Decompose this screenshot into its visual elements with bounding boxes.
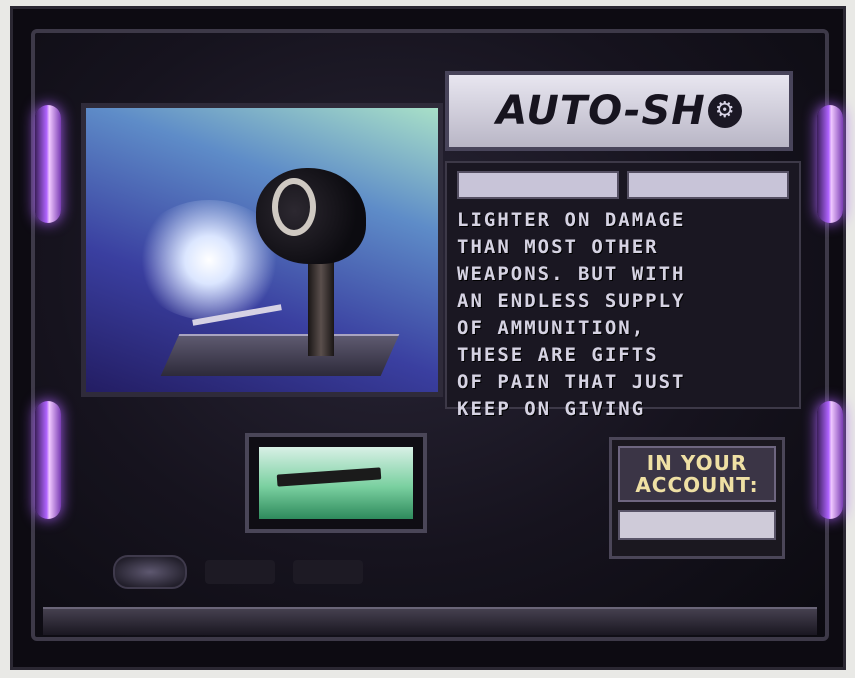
turret-ring: [272, 178, 316, 236]
left-lower-light-pillar: [35, 401, 61, 519]
prev-button[interactable]: [113, 555, 187, 589]
bottom-controls: [83, 545, 803, 599]
description-line: THAN MOST OTHER: [457, 236, 659, 258]
description-line: KEEP ON GIVING: [457, 398, 646, 420]
floor-bar: [43, 607, 817, 635]
weapon-thumbnail-icon: [276, 467, 382, 487]
info-header: [457, 171, 789, 199]
wrench-icon: ⚙: [707, 94, 742, 128]
control-slot: [205, 560, 275, 584]
turret-base: [160, 334, 400, 376]
game-screen: AUTO-SH ⚙ LIGHTER ON DAMAGE THAN MOST OT…: [10, 6, 846, 670]
turret-post: [308, 258, 334, 356]
right-lower-light-pillar: [817, 401, 843, 519]
right-upper-light-pillar: [817, 105, 843, 223]
item-thumbnail-frame[interactable]: [245, 433, 427, 533]
description-line: WEAPONS. BUT WITH: [457, 263, 686, 285]
account-box: IN YOUR ACCOUNT:: [609, 437, 785, 559]
account-value: [618, 510, 776, 540]
weapon-info-panel: LIGHTER ON DAMAGE THAN MOST OTHER WEAPON…: [445, 161, 801, 420]
account-label: IN YOUR ACCOUNT:: [618, 446, 776, 502]
description-line: THESE ARE GIFTS: [457, 344, 659, 366]
left-upper-light-pillar: [35, 105, 61, 223]
description-line: OF PAIN THAT JUST: [457, 371, 686, 393]
info-header-left: [457, 171, 619, 199]
title-plate: AUTO-SH ⚙: [445, 71, 793, 151]
item-thumbnail[interactable]: [259, 447, 413, 519]
description-line: OF AMMUNITION,: [457, 317, 646, 339]
description-line: AN ENDLESS SUPPLY: [457, 290, 686, 312]
info-header-right: [627, 171, 789, 199]
control-slot: [293, 560, 363, 584]
page-title: AUTO-SH: [496, 88, 706, 134]
weapon-preview: [81, 103, 443, 397]
description-line: LIGHTER ON DAMAGE: [457, 209, 686, 231]
